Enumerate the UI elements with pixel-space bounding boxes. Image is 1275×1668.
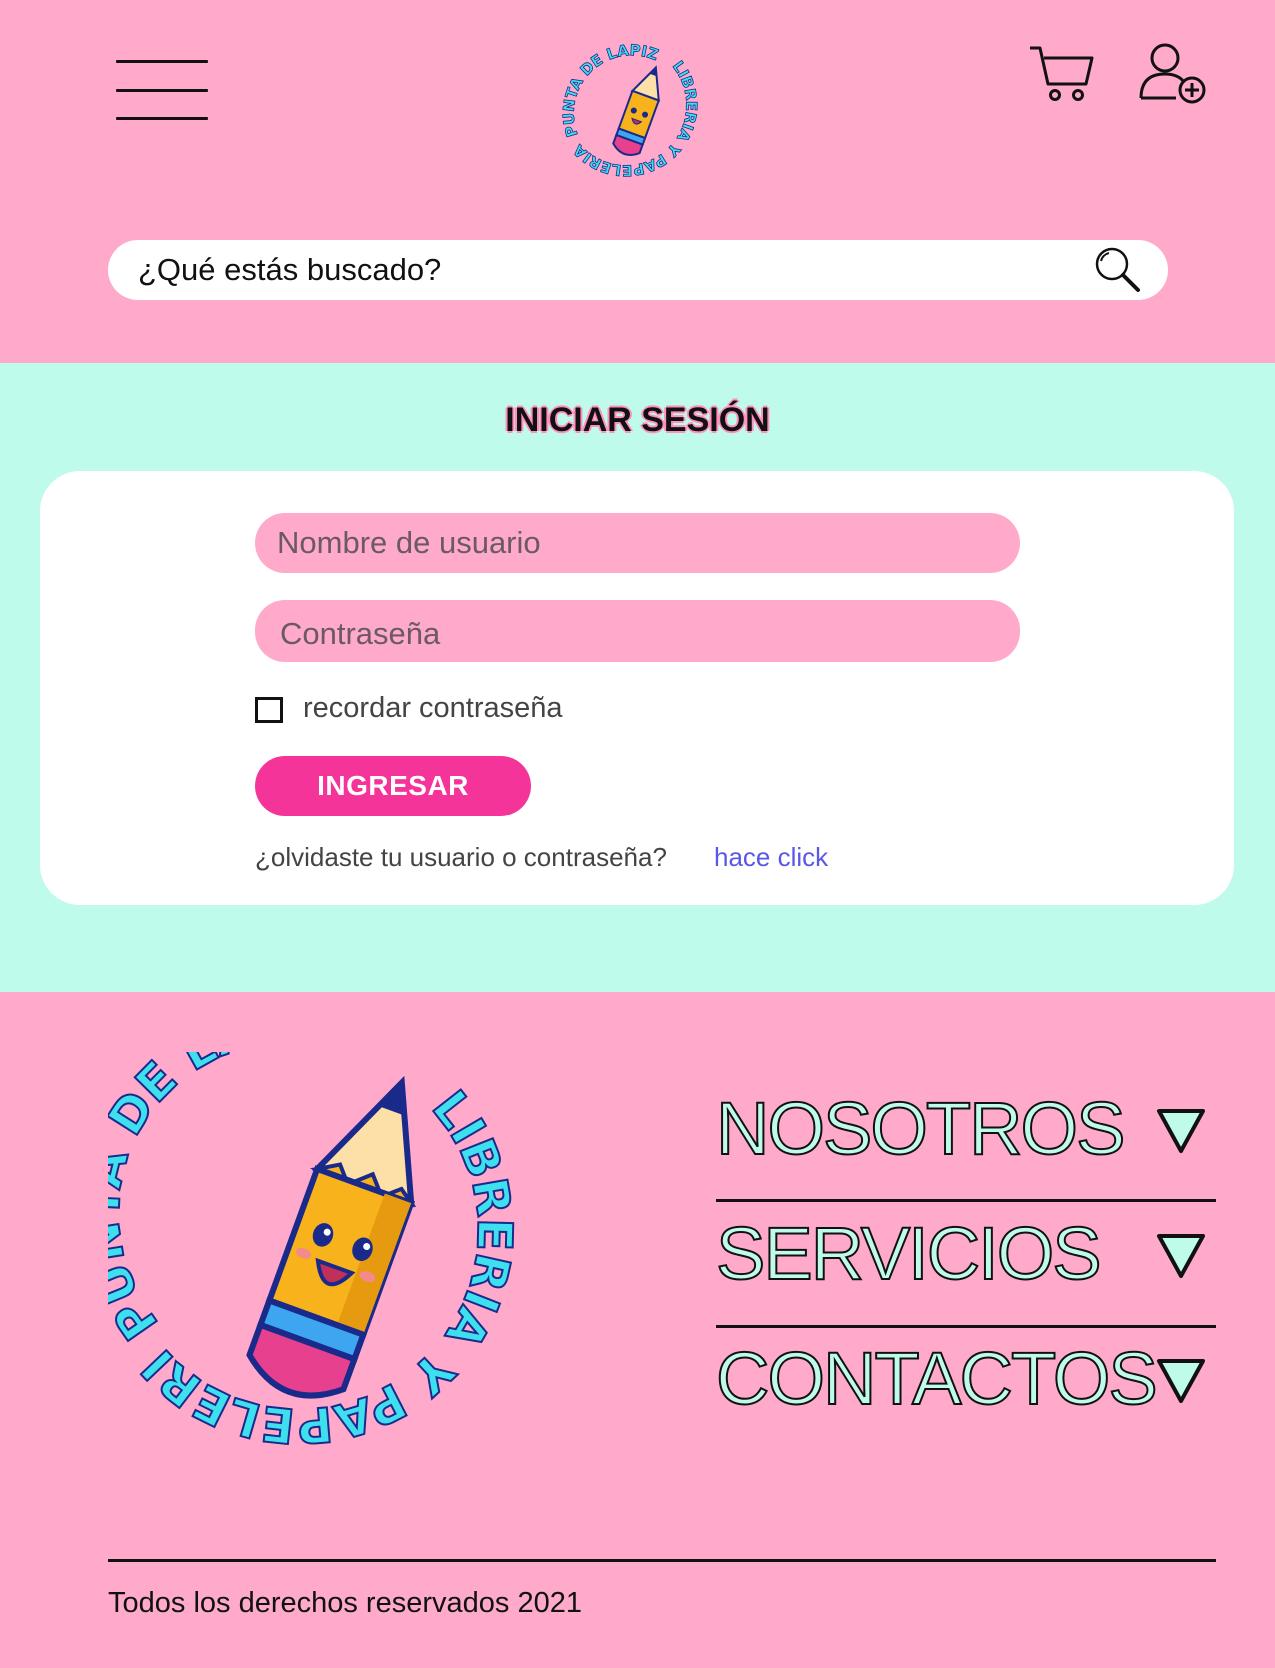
brand-logo[interactable]: PUNTA DE LAPIZ LIBRERIA Y PAPELERIA <box>556 40 716 200</box>
menu-line <box>116 117 208 120</box>
username-placeholder: Nombre de usuario <box>277 525 541 560</box>
triangle-down-icon <box>1157 1234 1205 1278</box>
footer-divider <box>716 1325 1216 1328</box>
password-field[interactable]: Contraseña <box>255 600 1020 662</box>
footer-bottom-divider <box>108 1559 1216 1562</box>
login-section: INICIAR SESIÓN Nombre de usuario Contras… <box>0 363 1275 992</box>
password-placeholder: Contraseña <box>280 616 441 651</box>
login-title: INICIAR SESIÓN <box>505 401 770 439</box>
forgot-link[interactable]: hace click <box>714 841 828 873</box>
footer-menu-label: SERVICIOS <box>715 1211 1103 1296</box>
footer-divider <box>716 1199 1216 1202</box>
remember-checkbox[interactable] <box>255 697 283 723</box>
menu-line <box>116 89 208 92</box>
footer: PUNTA DE LAPIZ LIBRERIA Y PAPELERIA NOSO… <box>0 992 1275 1668</box>
hamburger-menu-button[interactable] <box>116 60 208 122</box>
pencil-mascot-icon <box>612 65 661 156</box>
footer-menu-label: CONTACTOS <box>715 1336 1159 1421</box>
search-icon[interactable] <box>1092 244 1144 296</box>
search-bar[interactable]: ¿Qué estás buscado? <box>108 240 1168 300</box>
cart-icon[interactable] <box>1028 44 1096 104</box>
triangle-down-icon <box>1157 1359 1205 1403</box>
menu-line <box>116 60 208 63</box>
triangle-down-icon <box>1157 1109 1205 1153</box>
forgot-text: ¿olvidaste tu usuario o contraseña? <box>255 842 667 872</box>
username-field[interactable]: Nombre de usuario <box>255 513 1020 573</box>
footer-menu-label: NOSOTROS <box>715 1086 1126 1171</box>
brand-logo-large: PUNTA DE LAPIZ LIBRERIA Y PAPELERIA <box>108 1052 523 1455</box>
user-add-icon[interactable] <box>1138 42 1208 106</box>
footer-menu-nosotros[interactable]: NOSOTROS <box>715 1084 1216 1204</box>
footer-menu-servicios[interactable]: SERVICIOS <box>715 1209 1216 1329</box>
footer-menu-contactos[interactable]: CONTACTOS <box>715 1334 1216 1454</box>
copyright-text: Todos los derechos reservados 2021 <box>108 1587 582 1619</box>
search-input[interactable]: ¿Qué estás buscado? <box>138 252 441 288</box>
remember-label: recordar contraseña <box>303 692 563 724</box>
header: PUNTA DE LAPIZ LIBRERIA Y PAPELERIA ¿Qué… <box>0 0 1275 363</box>
login-card: Nombre de usuario Contraseña recordar co… <box>40 471 1234 905</box>
login-button[interactable]: INGRESAR <box>255 756 531 816</box>
